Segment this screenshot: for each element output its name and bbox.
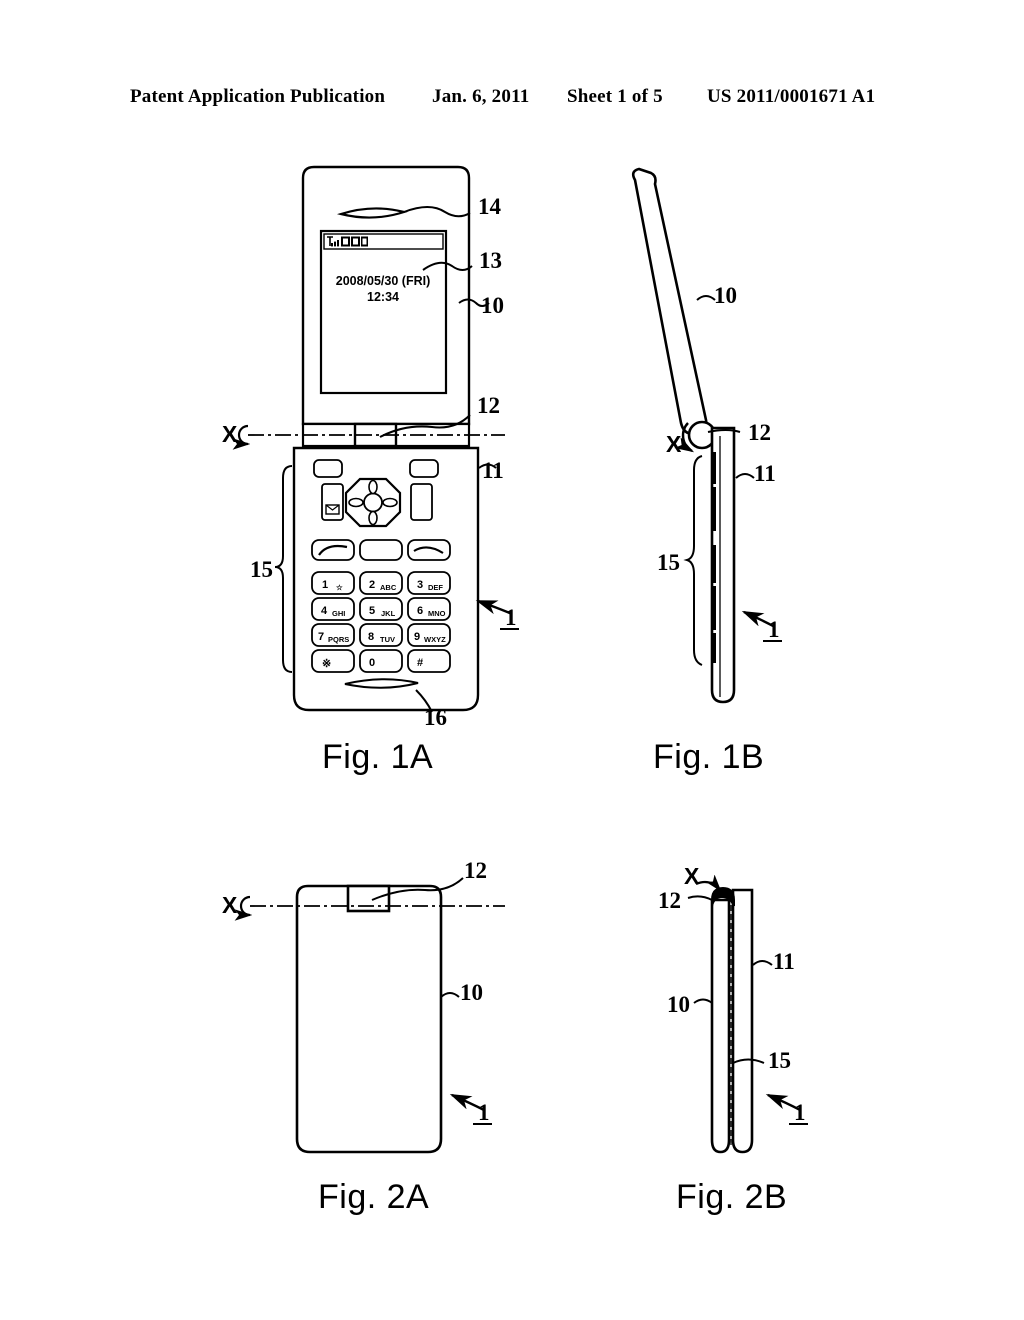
axis-x-label-fig2a: X xyxy=(222,892,238,918)
axis-x-label-fig2b: X xyxy=(684,863,700,889)
soft-key-right[interactable] xyxy=(409,459,439,478)
key-star[interactable] xyxy=(311,649,355,673)
leader-10-fig2a xyxy=(440,992,460,998)
ref-15-fig2b: 15 xyxy=(768,1048,791,1073)
operation-keys-brace-fig1a xyxy=(274,465,293,673)
key-hash-symbol: # xyxy=(417,657,423,669)
key-edge-5 xyxy=(712,633,716,663)
fig-2a-caption: Fig. 2A xyxy=(318,1178,430,1216)
ref-12-fig1a: 12 xyxy=(477,393,500,418)
ref-11-fig2b: 11 xyxy=(773,949,795,974)
ref-12-fig1b: 12 xyxy=(748,420,771,445)
ref-11-fig1a: 11 xyxy=(482,458,504,483)
ref-10-fig1b: 10 xyxy=(714,283,737,308)
figures-svg: 2008/05/30 (FRI) 12:34 X 1 ☆ 2 ABC 3 DEF… xyxy=(222,165,808,1154)
call-key[interactable] xyxy=(311,539,355,561)
ref-10-fig2a: 10 xyxy=(460,980,483,1005)
lower-housing-side-fig2b xyxy=(731,888,754,1154)
closed-housing-back-outline xyxy=(295,884,443,1154)
dpad-down-icon[interactable] xyxy=(368,510,378,526)
operation-keys-brace-fig1b xyxy=(683,455,703,666)
dpad-key[interactable] xyxy=(344,477,402,528)
soft-key-left[interactable] xyxy=(313,459,343,478)
ref-16: 16 xyxy=(424,705,447,730)
key-8-number: 8 xyxy=(368,631,374,643)
dpad-right-icon[interactable] xyxy=(382,497,398,508)
fig-1b-drawing: X 15 10 12 11 1 xyxy=(631,167,782,704)
key-star-symbol: ※ xyxy=(322,658,331,670)
key-4-number: 4 xyxy=(321,605,328,617)
ref-13: 13 xyxy=(479,248,502,273)
leader-12-fig2b xyxy=(687,895,713,901)
fig-2a-drawing: X 12 10 1 xyxy=(222,858,505,1154)
display-frame xyxy=(319,229,448,395)
ref-1-fig2b: 1 xyxy=(794,1100,806,1125)
display-time-text: 12:34 xyxy=(367,290,399,304)
ref-15-fig1b: 15 xyxy=(657,550,680,575)
dpad-center-key[interactable] xyxy=(363,492,383,513)
ref-15-fig1a: 15 xyxy=(250,557,273,582)
fig-2b-caption: Fig. 2B xyxy=(676,1178,788,1216)
ref-10-fig2b: 10 xyxy=(667,992,690,1017)
key-edge-3 xyxy=(712,545,716,583)
envelope-icon xyxy=(325,504,340,515)
ref-10-fig1a: 10 xyxy=(481,293,504,318)
key-5-letters: JKL xyxy=(381,609,396,618)
axis-x-label-fig1b: X xyxy=(666,431,682,457)
key-3-number: 3 xyxy=(417,579,423,591)
fig-1a-drawing: 2008/05/30 (FRI) 12:34 X 1 ☆ 2 ABC 3 DEF… xyxy=(222,165,519,730)
axis-x-label-fig1a: X xyxy=(222,421,238,447)
key-6-number: 6 xyxy=(417,605,423,617)
side-function-key[interactable] xyxy=(410,483,433,521)
ref-12-fig2b: 12 xyxy=(658,888,681,913)
key-2-letters: ABC xyxy=(380,583,397,592)
key-9-letters: WXYZ xyxy=(424,635,446,644)
key-3-letters: DEF xyxy=(428,583,443,592)
patent-drawing-page: Patent Application Publication Jan. 6, 2… xyxy=(0,0,1024,1320)
key-0-number: 0 xyxy=(369,657,375,669)
leader-10-fig1b xyxy=(696,295,716,301)
leader-10-fig2b xyxy=(693,998,713,1004)
display-date-text: 2008/05/30 (FRI) xyxy=(336,274,431,288)
key-5-number: 5 xyxy=(369,605,375,617)
upper-housing-side-fig2b xyxy=(710,898,731,1154)
key-1-number: 1 xyxy=(322,579,328,591)
key-hash[interactable] xyxy=(407,649,451,673)
fig-1a-caption: Fig. 1A xyxy=(322,738,434,776)
key-6-letters: MNO xyxy=(428,609,446,618)
key-1[interactable] xyxy=(311,571,355,595)
axis-rotation-arrow-fig1a xyxy=(232,424,251,450)
ref-11-fig1b: 11 xyxy=(754,461,776,486)
key-7-number: 7 xyxy=(318,631,324,643)
leader-11-fig1b xyxy=(735,473,755,479)
ref-12-fig2a: 12 xyxy=(464,858,487,883)
key-edge-1 xyxy=(712,452,716,484)
axis-rotation-arrow-fig2a xyxy=(234,895,253,921)
ref-1-fig1b: 1 xyxy=(768,617,780,642)
ref-14: 14 xyxy=(478,194,502,219)
center-clear-key[interactable] xyxy=(359,539,403,561)
indicator-icons xyxy=(341,236,368,247)
key-4-letters: GHI xyxy=(332,609,345,618)
upper-housing-tilted xyxy=(631,167,708,436)
key-edge-2 xyxy=(712,487,716,531)
key-8-letters: TUV xyxy=(380,635,395,644)
key-7-letters: PQRS xyxy=(328,635,349,644)
hinge-tab-fig2a xyxy=(346,884,391,913)
key-2-number: 2 xyxy=(369,579,375,591)
key-0[interactable] xyxy=(359,649,403,673)
dpad-left-icon[interactable] xyxy=(348,497,364,508)
ref-1-fig2a: 1 xyxy=(478,1100,490,1125)
key-9-number: 9 xyxy=(414,631,420,643)
leader-11-fig2b xyxy=(752,960,773,966)
key-edge-4 xyxy=(712,586,716,630)
dpad-up-icon[interactable] xyxy=(368,479,378,495)
ref-1-fig1a: 1 xyxy=(505,605,517,630)
fig-2b-drawing: X 12 10 11 15 1 xyxy=(658,863,808,1154)
fig-1b-caption: Fig. 1B xyxy=(653,738,765,776)
